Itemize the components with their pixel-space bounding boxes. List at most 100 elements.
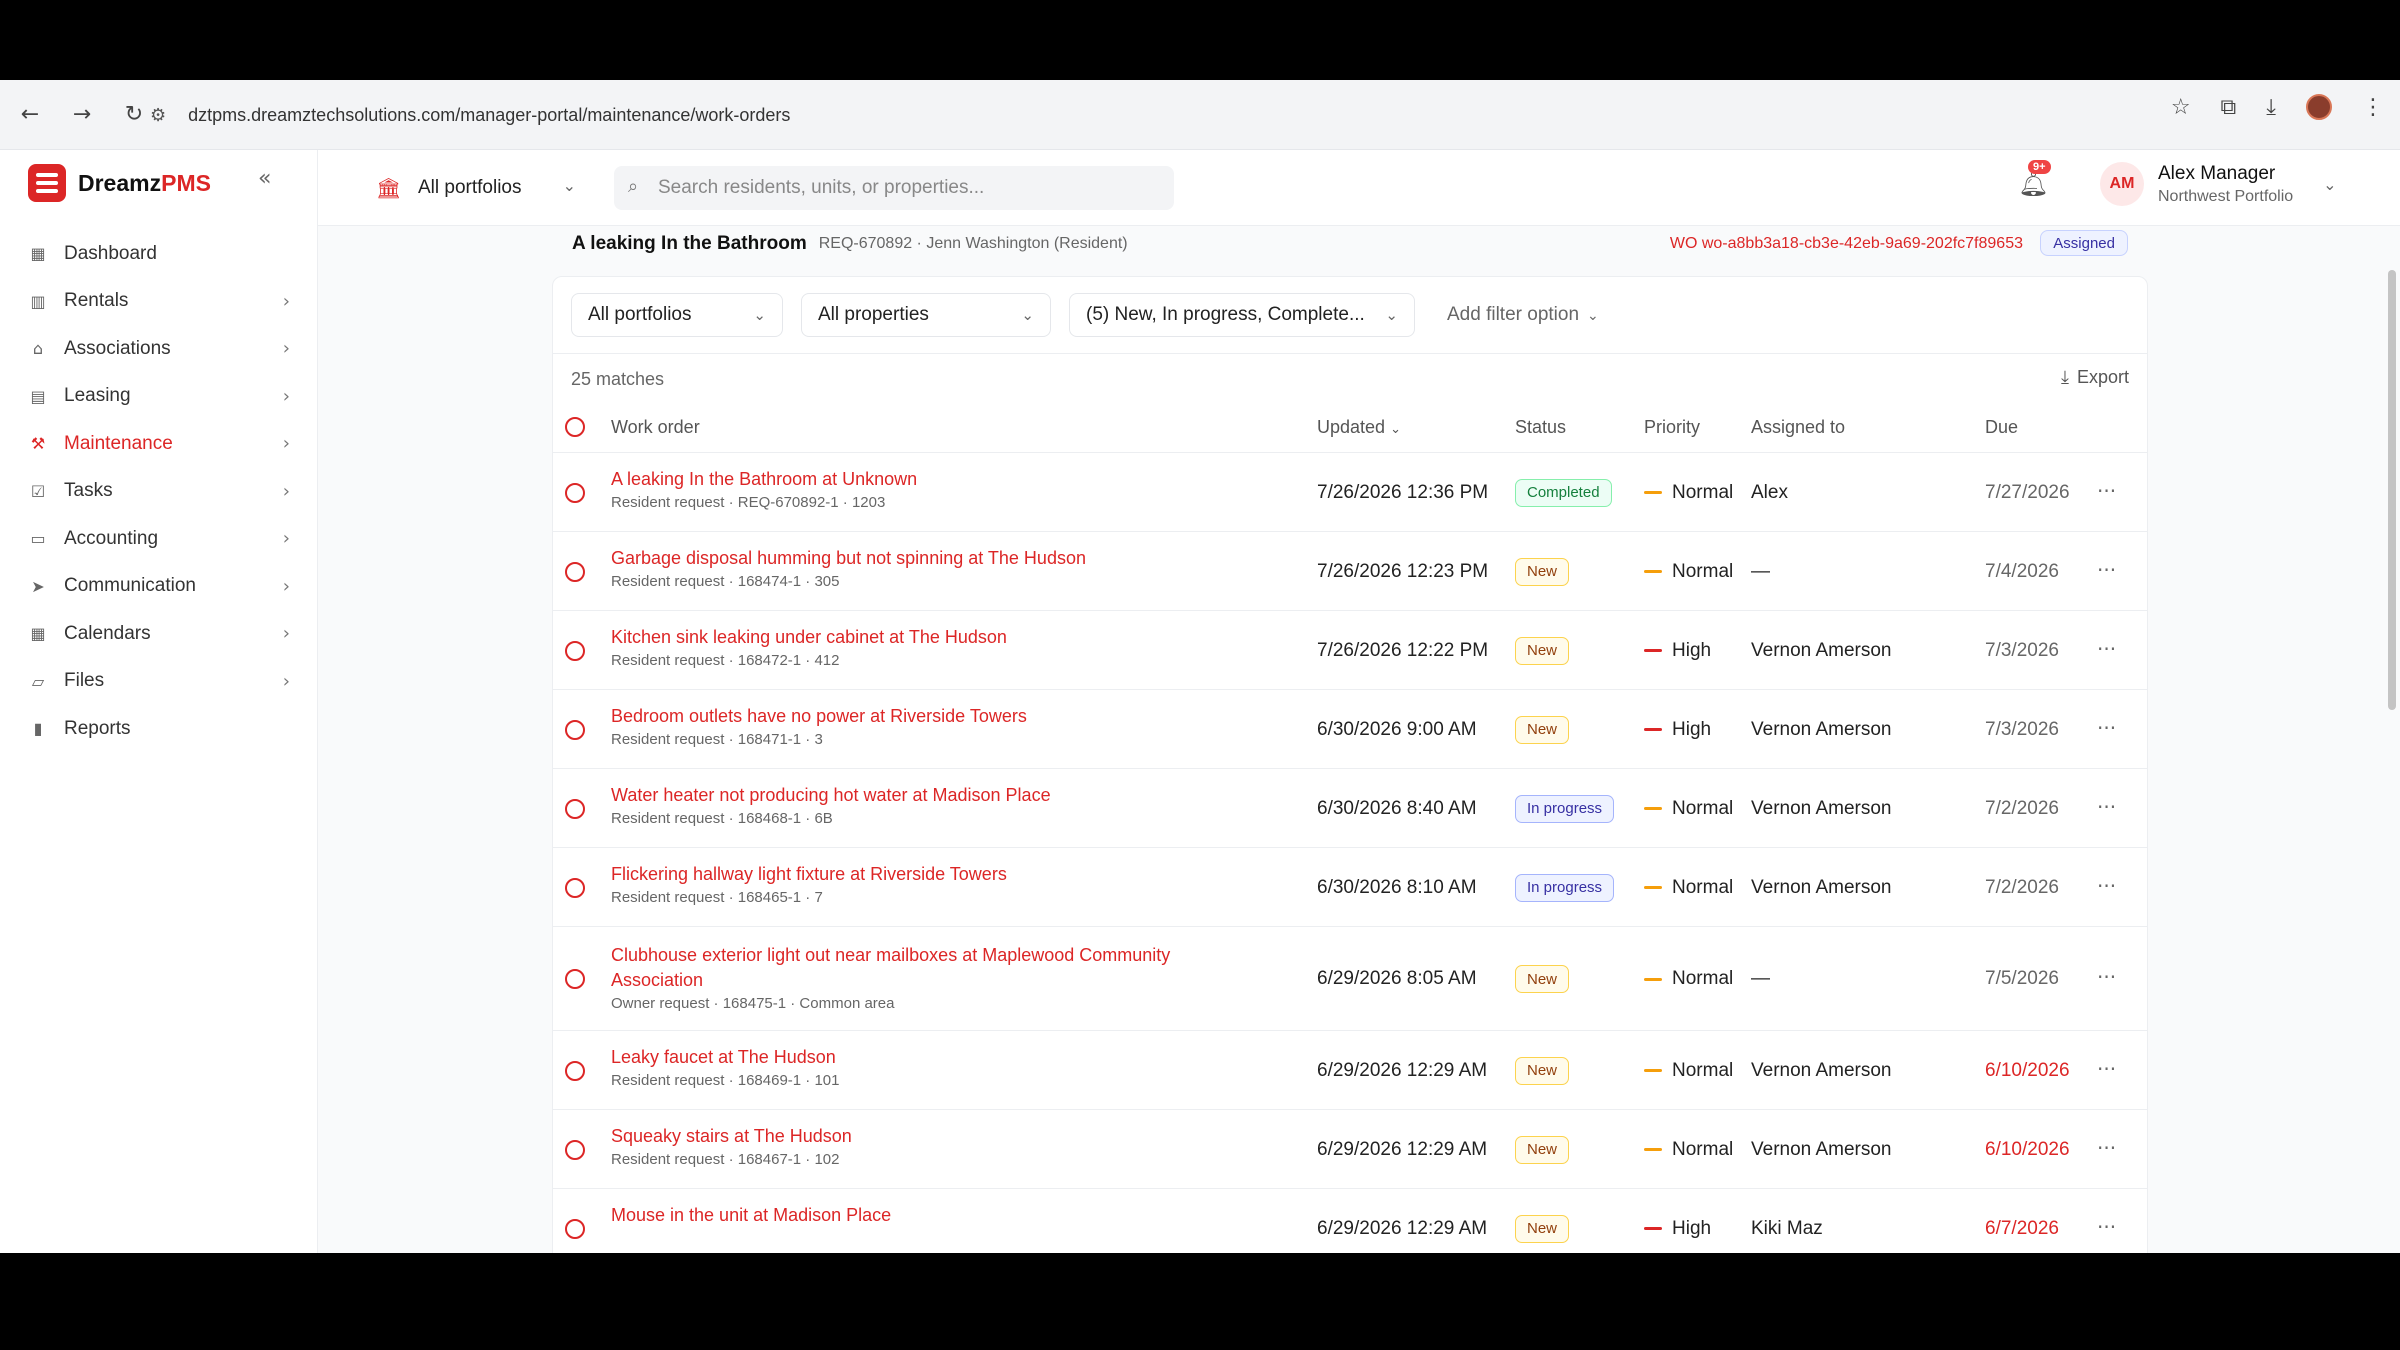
more-actions-icon[interactable]: ··· bbox=[2097, 1215, 2116, 1239]
column-work-order[interactable]: Work order bbox=[611, 417, 700, 438]
sidebar-item-calendars[interactable]: ▦ Calendars › bbox=[28, 610, 290, 658]
portfolio-filter[interactable]: All portfolios ⌄ bbox=[571, 293, 783, 337]
sidebar-item-rentals[interactable]: ▥ Rentals › bbox=[28, 278, 290, 326]
sidebar-item-communication[interactable]: ➤ Communication › bbox=[28, 563, 290, 611]
banner-subtitle: REQ-670892 · Jenn Washington (Resident) bbox=[818, 235, 1128, 252]
table-row[interactable]: Water heater not producing hot water at … bbox=[553, 769, 2147, 848]
sidebar-item-reports[interactable]: ▮ Reports bbox=[28, 705, 290, 753]
address-bar[interactable]: ⚙ dztpms.dreamztechsolutions.com/manager… bbox=[150, 92, 2150, 138]
calendar-icon: ▦ bbox=[30, 624, 46, 644]
portfolio-selector[interactable]: 🏛 All portfolios ⌄ bbox=[360, 166, 590, 210]
row-checkbox[interactable] bbox=[565, 640, 585, 661]
reload-icon[interactable]: ↻ bbox=[114, 95, 154, 135]
user-menu[interactable]: AM Alex Manager Northwest Portfolio ⌄ bbox=[2100, 162, 2337, 206]
work-order-id[interactable]: WO wo-a8bb3a18-cb3e-42eb-9a69-202fc7f896… bbox=[1670, 235, 2023, 253]
bookmark-star-icon[interactable]: ☆ bbox=[2171, 95, 2191, 120]
column-priority[interactable]: Priority bbox=[1644, 417, 1700, 438]
row-checkbox[interactable] bbox=[565, 969, 585, 989]
table-header: Work order Updated ⌄ Status Priority Ass… bbox=[553, 401, 2147, 453]
due-date-cell: 6/7/2026 bbox=[1985, 1217, 2059, 1239]
work-order-link[interactable]: Kitchen sink leaking under cabinet at Th… bbox=[611, 625, 1251, 650]
table-row[interactable]: Kitchen sink leaking under cabinet at Th… bbox=[553, 611, 2147, 690]
row-checkbox[interactable] bbox=[565, 482, 585, 503]
work-order-cell: Mouse in the unit at Madison Place bbox=[611, 1203, 1251, 1230]
row-checkbox[interactable] bbox=[565, 1139, 585, 1160]
main-content: A leaking In the Bathroom REQ-670892 · J… bbox=[318, 226, 2382, 1253]
table-row[interactable]: A leaking In the Bathroom at Unknown Resi… bbox=[553, 453, 2147, 532]
more-actions-icon[interactable]: ··· bbox=[2097, 637, 2116, 661]
priority-label: Normal bbox=[1672, 481, 1734, 503]
row-checkbox[interactable] bbox=[565, 1060, 585, 1081]
browser-profile-avatar[interactable] bbox=[2306, 94, 2332, 120]
chevron-down-icon: ⌄ bbox=[753, 306, 766, 324]
work-order-link[interactable]: Leaky faucet at The Hudson bbox=[611, 1045, 1251, 1070]
brand-logo[interactable]: DreamzPMS bbox=[28, 164, 211, 202]
status-badge: In progress bbox=[1515, 794, 1615, 823]
column-status[interactable]: Status bbox=[1515, 417, 1566, 438]
table-row[interactable]: Mouse in the unit at Madison Place 6/29/2… bbox=[553, 1189, 2147, 1253]
collapse-sidebar-icon[interactable]: « bbox=[258, 166, 271, 191]
priority-indicator bbox=[1644, 570, 1662, 573]
sidebar-item-files[interactable]: ▱ Files › bbox=[28, 658, 290, 706]
priority-indicator bbox=[1644, 977, 1662, 981]
download-icon[interactable]: ⤓ bbox=[2266, 95, 2276, 120]
selected-work-order-banner[interactable]: A leaking In the Bathroom REQ-670892 · J… bbox=[552, 226, 2148, 262]
forward-icon[interactable]: → bbox=[62, 95, 102, 135]
column-due[interactable]: Due bbox=[1985, 417, 2018, 438]
more-actions-icon[interactable]: ··· bbox=[2097, 965, 2116, 989]
priority-indicator bbox=[1644, 649, 1662, 652]
status-filter[interactable]: (5) New, In progress, Complete... ⌄ bbox=[1069, 293, 1415, 337]
work-order-link[interactable]: Garbage disposal humming but not spinnin… bbox=[611, 546, 1251, 571]
work-order-link[interactable]: Flickering hallway light fixture at Rive… bbox=[611, 862, 1251, 887]
browser-menu-icon[interactable]: ⋮ bbox=[2362, 95, 2384, 120]
search-input[interactable] bbox=[658, 177, 1158, 199]
extensions-icon[interactable]: ⧉ bbox=[2221, 95, 2237, 120]
sidebar-item-tasks[interactable]: ☑ Tasks › bbox=[28, 468, 290, 516]
bell-icon[interactable]: 🔔︎ bbox=[2018, 170, 2048, 198]
sidebar-item-accounting[interactable]: ▭ Accounting › bbox=[28, 515, 290, 563]
add-filter-button[interactable]: Add filter option ⌄ bbox=[1447, 304, 1599, 326]
table-row[interactable]: Bedroom outlets have no power at Riversi… bbox=[553, 690, 2147, 769]
row-checkbox[interactable] bbox=[565, 719, 585, 740]
table-row[interactable]: Garbage disposal humming but not spinnin… bbox=[553, 532, 2147, 611]
sidebar-item-dashboard[interactable]: ▦ Dashboard bbox=[28, 230, 290, 278]
assigned-to-cell: Kiki Maz bbox=[1751, 1217, 1823, 1239]
site-settings-icon[interactable]: ⚙ bbox=[150, 105, 166, 126]
column-updated[interactable]: Updated ⌄ bbox=[1317, 417, 1401, 438]
work-order-link[interactable]: A leaking In the Bathroom at Unknown bbox=[611, 467, 1251, 492]
more-actions-icon[interactable]: ··· bbox=[2097, 558, 2116, 582]
due-date-cell: 6/10/2026 bbox=[1985, 1059, 2070, 1081]
work-order-link[interactable]: Mouse in the unit at Madison Place bbox=[611, 1203, 1251, 1228]
global-search[interactable]: ⌕ bbox=[614, 166, 1174, 210]
page-scrollbar[interactable] bbox=[2388, 270, 2396, 710]
work-order-link[interactable]: Squeaky stairs at The Hudson bbox=[611, 1124, 1251, 1149]
table-row[interactable]: Leaky faucet at The Hudson Resident reque… bbox=[553, 1031, 2147, 1110]
work-order-link[interactable]: Water heater not producing hot water at … bbox=[611, 783, 1251, 808]
sidebar-item-maintenance[interactable]: ⚒ Maintenance › bbox=[28, 420, 290, 468]
row-checkbox[interactable] bbox=[565, 561, 585, 582]
more-actions-icon[interactable]: ··· bbox=[2097, 795, 2116, 819]
more-actions-icon[interactable]: ··· bbox=[2097, 479, 2116, 503]
sidebar-item-associations[interactable]: ⌂ Associations › bbox=[28, 325, 290, 373]
row-checkbox[interactable] bbox=[565, 877, 585, 898]
select-all-checkbox[interactable] bbox=[565, 417, 585, 437]
property-filter[interactable]: All properties ⌄ bbox=[801, 293, 1051, 337]
more-actions-icon[interactable]: ··· bbox=[2097, 716, 2116, 740]
more-actions-icon[interactable]: ··· bbox=[2097, 874, 2116, 898]
work-order-link[interactable]: Bedroom outlets have no power at Riversi… bbox=[611, 704, 1251, 729]
row-checkbox[interactable] bbox=[565, 1218, 585, 1239]
work-order-cell: Kitchen sink leaking under cabinet at Th… bbox=[611, 625, 1251, 669]
table-row[interactable]: Squeaky stairs at The Hudson Resident req… bbox=[553, 1110, 2147, 1189]
row-checkbox[interactable] bbox=[565, 798, 585, 819]
more-actions-icon[interactable]: ··· bbox=[2097, 1057, 2116, 1081]
table-row[interactable]: Clubhouse exterior light out near mailbo… bbox=[553, 927, 2147, 1031]
sidebar-item-label: Tasks bbox=[64, 480, 113, 502]
sidebar-item-leasing[interactable]: ▤ Leasing › bbox=[28, 373, 290, 421]
table-row[interactable]: Flickering hallway light fixture at Rive… bbox=[553, 848, 2147, 927]
column-assigned-to[interactable]: Assigned to bbox=[1751, 417, 1845, 438]
more-actions-icon[interactable]: ··· bbox=[2097, 1136, 2116, 1160]
work-order-link[interactable]: Clubhouse exterior light out near mailbo… bbox=[611, 943, 1251, 993]
export-button[interactable]: ⤓ Export bbox=[2061, 367, 2129, 388]
back-icon[interactable]: ← bbox=[10, 95, 50, 135]
work-order-meta: Resident request · 168469-1 · 101 bbox=[611, 1072, 840, 1089]
